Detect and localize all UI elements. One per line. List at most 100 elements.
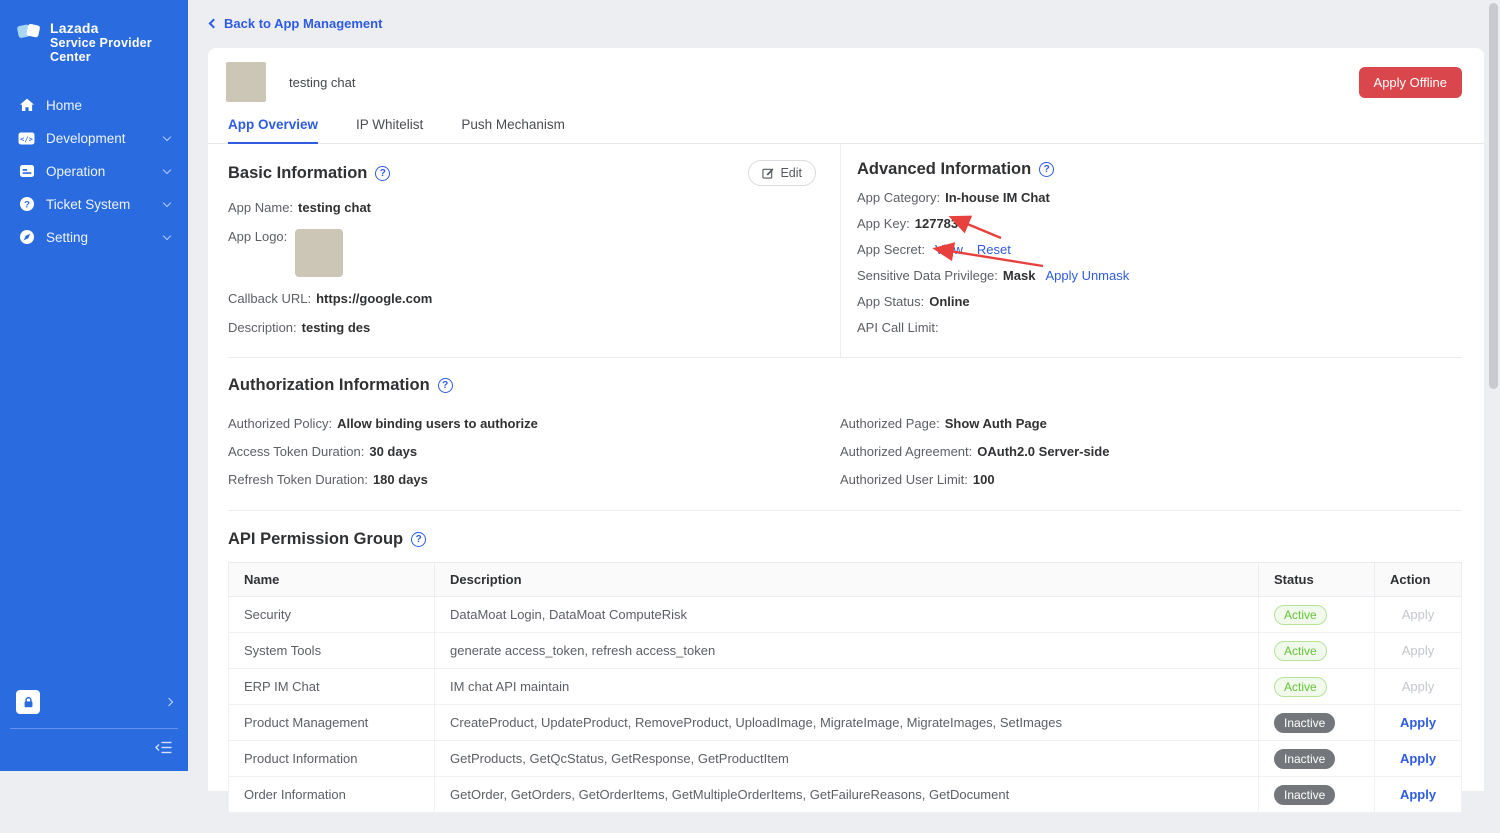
tab-ip-whitelist[interactable]: IP Whitelist — [356, 110, 423, 143]
status-badge: Inactive — [1274, 784, 1336, 805]
sidebar-item-operation[interactable]: Operation — [0, 155, 188, 188]
column-header-status: Status — [1258, 562, 1375, 597]
callback-url-value: https://google.com — [316, 291, 433, 306]
sensitive-data-privilege-field: Sensitive Data Privilege: Mask Apply Unm… — [857, 268, 1462, 283]
help-icon[interactable]: ? — [1039, 162, 1055, 177]
sidebar-item-setting[interactable]: Setting — [0, 221, 188, 254]
api-permission-table: Name Description Status Action Security … — [228, 562, 1462, 813]
table-row: Security DataMoat Login, DataMoat Comput… — [228, 596, 1462, 633]
permission-status-cell: Active — [1258, 668, 1375, 705]
tab-app-overview[interactable]: App Overview — [228, 110, 319, 144]
sidebar-item-label: Setting — [46, 229, 89, 245]
svg-text:?: ? — [24, 200, 30, 211]
apply-offline-button[interactable]: Apply Offline — [1358, 66, 1462, 98]
info-grid: Basic Information ? Edit App Name: testi… — [228, 144, 1462, 358]
sidebar-notice-row[interactable] — [0, 680, 188, 724]
help-icon[interactable]: ? — [411, 532, 427, 547]
chevron-down-icon — [162, 198, 172, 208]
sensitive-data-privilege-value: Mask — [1002, 268, 1036, 283]
access-token-duration-field: Access Token Duration: 30 days — [228, 444, 418, 459]
app-logo-field: App Logo: — [228, 229, 816, 277]
app-name-field: App Name: testing chat — [228, 200, 816, 215]
permission-name-cell: Order Information — [228, 776, 435, 813]
authorized-user-limit-field: Authorized User Limit: 100 — [840, 472, 995, 487]
permission-description-cell: generate access_token, refresh access_to… — [434, 632, 1259, 669]
apply-action-link[interactable]: Apply — [1400, 751, 1436, 766]
scrollbar-thumb[interactable] — [1489, 3, 1498, 389]
tab-push-mechanism[interactable]: Push Mechanism — [461, 110, 565, 143]
apply-action-link[interactable]: Apply — [1400, 715, 1436, 730]
authorization-information-title: Authorization Information — [228, 376, 430, 394]
permission-name-cell: Product Management — [228, 704, 435, 741]
app-key-field: App Key: 127783 — [857, 216, 1462, 231]
lock-badge — [16, 690, 40, 714]
advanced-information-section: Advanced Information ? App Category: In-… — [840, 144, 1462, 357]
refresh-token-duration-field: Refresh Token Duration: 180 days — [228, 472, 428, 487]
back-to-app-management-link[interactable]: Back to App Management — [188, 0, 1500, 31]
status-badge: Active — [1274, 640, 1327, 661]
permission-action-cell: Apply — [1374, 596, 1462, 633]
brand-text: Lazada Service Provider Center — [50, 20, 178, 65]
chevron-right-icon — [164, 697, 174, 707]
apply-action-link[interactable]: Apply — [1400, 787, 1436, 802]
sidebar: Lazada Service Provider Center Home </> … — [0, 0, 188, 771]
status-badge: Inactive — [1274, 748, 1336, 769]
app-header: testing chat Apply Offline — [208, 48, 1484, 110]
table-row: System Tools generate access_token, refr… — [228, 632, 1462, 669]
reset-secret-link[interactable]: Reset — [977, 242, 1011, 257]
table-row: Product Information GetProducts, GetQcSt… — [228, 740, 1462, 777]
back-link-label: Back to App Management — [224, 16, 383, 31]
apply-action-link: Apply — [1401, 679, 1435, 694]
table-row: Order Information GetOrder, GetOrders, G… — [228, 776, 1462, 813]
column-header-action: Action — [1374, 562, 1462, 597]
permission-status-cell: Active — [1258, 596, 1375, 633]
sidebar-item-label: Development — [46, 130, 126, 146]
tab-bar: App Overview IP Whitelist Push Mechanism — [208, 110, 1484, 144]
lock-icon — [24, 696, 32, 707]
sidebar-item-development[interactable]: </> Development — [0, 122, 188, 155]
setting-icon — [18, 229, 35, 246]
apply-unmask-link[interactable]: Apply Unmask — [1045, 268, 1129, 283]
permission-name-cell: Product Information — [228, 740, 435, 777]
description-label: Description: — [228, 320, 297, 335]
app-name-label: App Name: — [228, 200, 294, 215]
status-badge: Active — [1274, 676, 1327, 697]
app-category-label: App Category: — [857, 190, 941, 205]
permission-status-cell: Inactive — [1258, 740, 1375, 777]
apply-action-link: Apply — [1401, 607, 1435, 622]
permission-status-cell: Inactive — [1258, 704, 1375, 741]
app-status-value: Online — [929, 294, 970, 309]
edit-button[interactable]: Edit — [748, 160, 816, 186]
lazada-logo-icon — [16, 20, 43, 50]
sidebar-item-ticket-system[interactable]: ? Ticket System — [0, 188, 188, 221]
app-category-value: In-house IM Chat — [945, 190, 1050, 205]
authorization-right-column: Authorized Page: Show Auth Page Authoriz… — [840, 403, 1462, 500]
sidebar-bottom — [0, 680, 188, 771]
permission-action-cell: Apply — [1374, 776, 1462, 813]
app-logo-label: App Logo: — [228, 229, 288, 244]
development-icon: </> — [18, 130, 35, 147]
sidebar-item-label: Home — [46, 97, 83, 113]
main-area: Back to App Management testing chat Appl… — [188, 0, 1500, 813]
authorized-page-field: Authorized Page: Show Auth Page — [840, 416, 1047, 431]
permission-action-cell: Apply — [1374, 740, 1462, 777]
sensitive-data-privilege-label: Sensitive Data Privilege: — [857, 268, 998, 283]
help-icon[interactable]: ? — [375, 165, 391, 181]
page-scrollbar[interactable] — [1486, 0, 1500, 771]
operation-icon — [18, 163, 35, 180]
permission-description-cell: IM chat API maintain — [434, 668, 1259, 705]
sidebar-item-home[interactable]: Home — [0, 89, 188, 122]
permission-status-cell: Active — [1258, 632, 1375, 669]
api-table-body: Security DataMoat Login, DataMoat Comput… — [228, 596, 1462, 813]
callback-url-field: Callback URL: https://google.com — [228, 291, 816, 306]
description-value: testing des — [301, 320, 371, 335]
collapse-menu-icon[interactable] — [155, 740, 173, 760]
chevron-down-icon — [162, 165, 172, 175]
app-key-label: App Key: — [857, 216, 910, 231]
authorization-left-column: Authorized Policy: Allow binding users t… — [228, 403, 840, 500]
view-secret-link[interactable]: View — [935, 242, 963, 257]
chevron-down-icon — [162, 231, 172, 241]
help-icon[interactable]: ? — [437, 378, 453, 393]
api-call-limit-label: API Call Limit: — [857, 320, 939, 335]
table-row: ERP IM Chat IM chat API maintain Active … — [228, 668, 1462, 705]
